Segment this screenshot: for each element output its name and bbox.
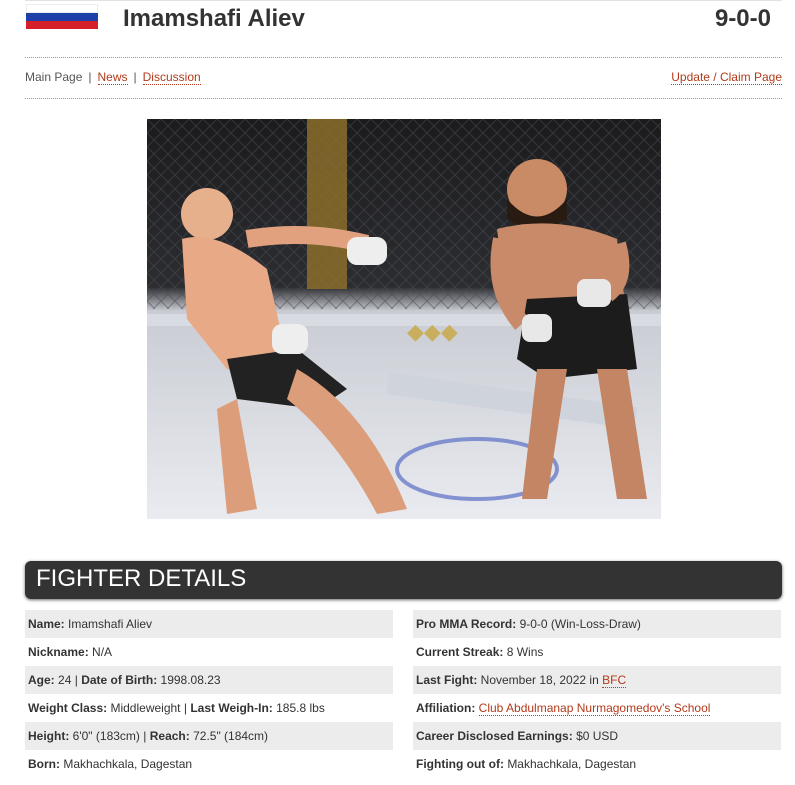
last-fight-org-link[interactable]: BFC [602, 673, 627, 688]
svg-text:◆◆◆: ◆◆◆ [407, 320, 458, 345]
detail-row-height: Height: 6'0" (183cm) | Reach: 72.5" (184… [25, 722, 393, 750]
top-border [25, 0, 782, 1]
section-title: FIGHTER DETAILS [36, 565, 247, 592]
weighin-label: Last Weigh-In: [190, 701, 273, 715]
nickname-value: N/A [92, 645, 113, 659]
weight-class-label: Weight Class: [28, 701, 108, 715]
fighter-photo: ◆◆◆ [147, 119, 661, 519]
main-page-label: Main Page [25, 70, 83, 84]
reach-label: Reach: [149, 729, 190, 743]
details-left-column: Name: Imamshafi Aliev Nickname: N/A Age:… [25, 610, 393, 778]
earnings-label: Career Disclosed Earnings: [416, 729, 573, 743]
born-value: Makhachkala, Dagestan [63, 757, 193, 771]
fighter-details-header: FIGHTER DETAILS [25, 561, 782, 599]
streak-value: 8 Wins [506, 645, 544, 659]
detail-separator: | [143, 729, 147, 743]
claim-area: Update / Claim Page [671, 70, 782, 85]
record-value: 9-0-0 (Win-Loss-Draw) [519, 617, 641, 631]
discussion-link[interactable]: Discussion [142, 70, 201, 85]
update-claim-link[interactable]: Update / Claim Page [671, 70, 782, 85]
fighter-record: 9-0-0 [714, 5, 771, 32]
detail-row-born: Born: Makhachkala, Dagestan [25, 750, 393, 778]
weight-class-value: Middleweight [110, 701, 181, 715]
weighin-value: 185.8 lbs [276, 701, 325, 715]
detail-row-affiliation: Affiliation: Club Abdulmanap Nurmagomedo… [413, 694, 781, 722]
height-value: 6'0" (183cm) [72, 729, 140, 743]
details-right-column: Pro MMA Record: 9-0-0 (Win-Loss-Draw) Cu… [413, 610, 781, 778]
reach-value: 72.5" (184cm) [193, 729, 269, 743]
dob-label: Date of Birth: [81, 673, 158, 687]
detail-row-streak: Current Streak: 8 Wins [413, 638, 781, 666]
detail-row-name: Name: Imamshafi Aliev [25, 610, 393, 638]
affiliation-link[interactable]: Club Abdulmanap Nurmagomedov's School [478, 701, 711, 716]
nickname-label: Nickname: [28, 645, 89, 659]
fighting-out-value: Makhachkala, Dagestan [507, 757, 637, 771]
detail-row-weight: Weight Class: Middleweight | Last Weigh-… [25, 694, 393, 722]
age-label: Age: [28, 673, 55, 687]
detail-row-age: Age: 24 | Date of Birth: 1998.08.23 [25, 666, 393, 694]
detail-separator: | [74, 673, 78, 687]
in-word: in [589, 673, 599, 687]
fighter-name: Imamshafi Aliev [123, 5, 305, 32]
detail-row-last-fight: Last Fight: November 18, 2022 in BFC [413, 666, 781, 694]
detail-row-fighting-out: Fighting out of: Makhachkala, Dagestan [413, 750, 781, 778]
news-link[interactable]: News [97, 70, 128, 85]
age-value: 24 [58, 673, 72, 687]
earnings-value: $0 USD [576, 729, 619, 743]
last-fight-value: November 18, 2022 [480, 673, 587, 687]
last-fight-label: Last Fight: [416, 673, 478, 687]
born-label: Born: [28, 757, 60, 771]
russia-flag-icon [26, 4, 98, 29]
nav-separator: | [88, 70, 92, 84]
record-label: Pro MMA Record: [416, 617, 517, 631]
detail-row-record: Pro MMA Record: 9-0-0 (Win-Loss-Draw) [413, 610, 781, 638]
detail-row-nickname: Nickname: N/A [25, 638, 393, 666]
divider [25, 98, 782, 99]
page-nav: Main Page | News | Discussion [25, 70, 201, 85]
nav-separator: | [133, 70, 137, 84]
detail-row-earnings: Career Disclosed Earnings: $0 USD [413, 722, 781, 750]
divider [25, 57, 782, 58]
detail-separator: | [183, 701, 187, 715]
name-value: Imamshafi Aliev [68, 617, 153, 631]
affiliation-label: Affiliation: [416, 701, 476, 715]
name-label: Name: [28, 617, 65, 631]
dob-value: 1998.08.23 [160, 673, 221, 687]
height-label: Height: [28, 729, 70, 743]
streak-label: Current Streak: [416, 645, 504, 659]
fighting-out-label: Fighting out of: [416, 757, 504, 771]
